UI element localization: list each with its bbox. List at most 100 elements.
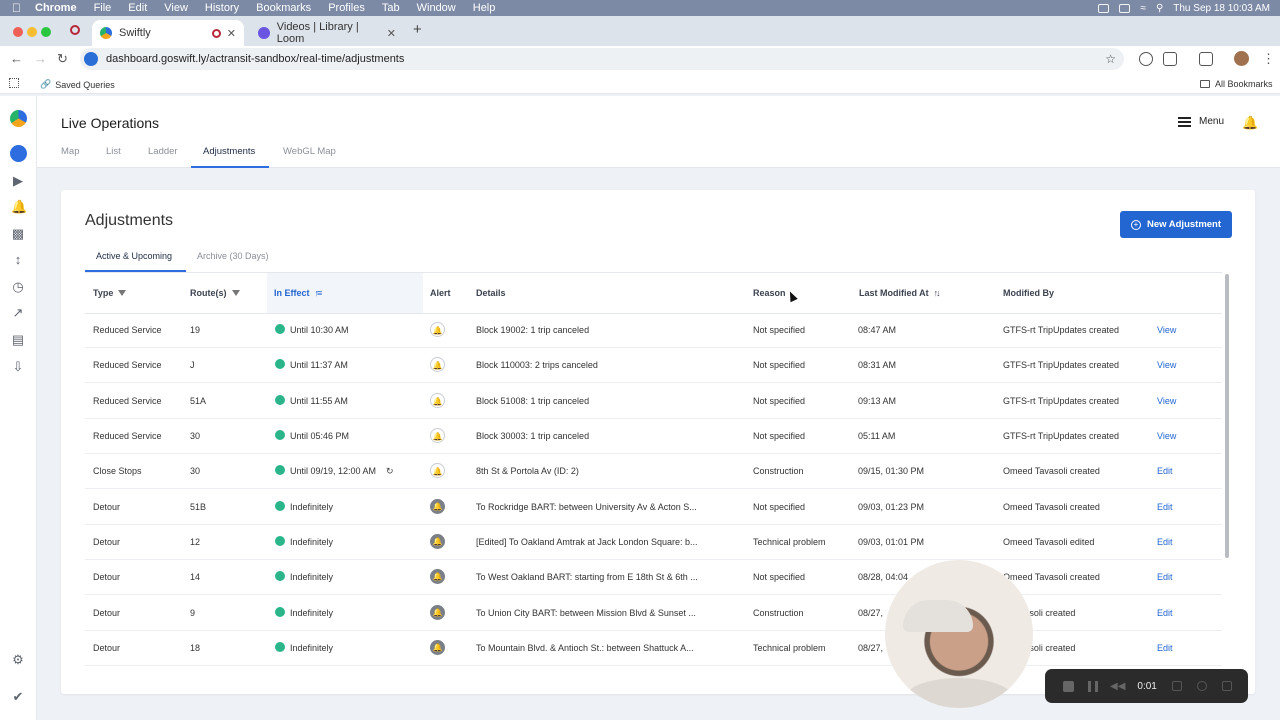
cell-action[interactable]: Edit — [1157, 466, 1173, 476]
sort-icon[interactable]: ↑↓ — [934, 288, 941, 298]
documents-icon[interactable]: ▤ — [11, 333, 25, 347]
tab-webgl-map[interactable]: WebGL Map — [283, 146, 336, 157]
subtab-archive[interactable]: Archive (30 Days) — [197, 251, 269, 261]
table-row[interactable]: 🔔 Close Stops 30 Until 09/19, 12:00 AM 8th S… — [85, 454, 1222, 489]
alert-bell-on-icon[interactable]: 🔔 — [430, 605, 445, 620]
cell-action[interactable]: Edit — [1157, 643, 1173, 653]
menu-button[interactable]: Menu — [1178, 116, 1224, 127]
back-icon[interactable]: ← — [10, 51, 23, 66]
cell-action[interactable]: View — [1157, 325, 1176, 335]
filter-icon[interactable] — [118, 290, 127, 296]
restart-icon[interactable] — [1196, 681, 1207, 691]
reports-icon[interactable]: ▩ — [11, 227, 25, 241]
table-row[interactable]: 🔔 Reduced Service J Until 11:37 AM Block 110… — [85, 348, 1222, 383]
column-last-modified[interactable]: Last Modified At ↑↓ — [859, 288, 941, 298]
cast-icon[interactable] — [1199, 52, 1213, 66]
help-icon[interactable]: ✔ — [11, 690, 25, 704]
alert-bell-off-icon[interactable]: 🔔 — [430, 357, 445, 372]
cell-action[interactable]: Edit — [1157, 537, 1173, 547]
alerts-icon[interactable]: 🔔 — [11, 200, 27, 214]
subtab-active-upcoming[interactable]: Active & Upcoming — [96, 251, 172, 261]
browser-tab-loom[interactable]: Videos | Library | Loom ✕ — [250, 20, 404, 46]
alert-bell-off-icon[interactable]: 🔔 — [430, 428, 445, 443]
menu-view[interactable]: View — [164, 2, 188, 14]
alert-bell-off-icon[interactable]: 🔔 — [430, 322, 445, 337]
grid-icon[interactable] — [1171, 681, 1182, 691]
browser-tab-swiftly[interactable]: Swiftly ✕ — [92, 20, 244, 46]
menu-profiles[interactable]: Profiles — [328, 2, 365, 14]
alert-bell-on-icon[interactable]: 🔔 — [430, 534, 445, 549]
menu-edit[interactable]: Edit — [128, 2, 147, 14]
table-row[interactable]: 🔔 Detour 18 Indefinitely To Mountain Blvd. &… — [85, 631, 1222, 666]
history-icon[interactable]: ◷ — [11, 280, 25, 294]
menu-window[interactable]: Window — [417, 2, 456, 14]
close-tab-icon[interactable]: ✕ — [387, 27, 396, 40]
webcam-bubble[interactable] — [885, 560, 1033, 708]
apple-icon[interactable]:  — [12, 1, 21, 15]
cell-action[interactable]: View — [1157, 360, 1176, 370]
spotlight-icon[interactable]: ⚲ — [1156, 3, 1163, 14]
password-icon[interactable] — [1139, 52, 1153, 66]
maximize-window-icon[interactable] — [41, 27, 51, 37]
column-type[interactable]: Type — [93, 288, 127, 298]
alert-bell-off-icon[interactable]: 🔔 — [430, 393, 445, 408]
cell-action[interactable]: Edit — [1157, 608, 1173, 618]
table-row[interactable]: 🔔 Detour 9 Indefinitely To Union City BART: … — [85, 596, 1222, 631]
cell-action[interactable]: Edit — [1157, 572, 1173, 582]
cell-action[interactable]: View — [1157, 396, 1176, 406]
cell-action[interactable]: View — [1157, 431, 1176, 441]
clock[interactable]: Thu Sep 18 10:03 AM — [1173, 3, 1270, 14]
table-row[interactable]: 🔔 Reduced Service 30 Until 05:46 PM Block 30… — [85, 419, 1222, 454]
trends-icon[interactable]: ↗ — [11, 306, 25, 320]
close-window-icon[interactable] — [13, 27, 23, 37]
table-row[interactable]: 🔔 Reduced Service 51A Until 11:55 AM Block 5… — [85, 384, 1222, 419]
swiftly-logo-icon[interactable] — [10, 110, 27, 127]
close-tab-icon[interactable]: ✕ — [227, 27, 236, 40]
download-icon[interactable]: ⇩ — [11, 360, 25, 374]
column-in-effect[interactable]: In Effect ↑≡ — [274, 288, 322, 298]
menu-app[interactable]: Chrome — [35, 2, 77, 14]
address-bar[interactable]: dashboard.goswift.ly/actransit-sandbox/r… — [80, 48, 1124, 70]
zoom-icon[interactable] — [1119, 3, 1131, 13]
schedule-icon[interactable]: ↕ — [11, 253, 25, 267]
new-tab-icon[interactable]: + — [413, 21, 422, 38]
tab-adjustments[interactable]: Adjustments — [203, 146, 255, 157]
menu-file[interactable]: File — [94, 2, 112, 14]
menu-bookmarks[interactable]: Bookmarks — [256, 2, 311, 14]
live-ops-icon[interactable] — [10, 145, 27, 162]
filter-icon[interactable] — [231, 290, 240, 296]
wifi-icon[interactable]: ≈ — [1140, 3, 1146, 14]
url-text[interactable]: dashboard.goswift.ly/actransit-sandbox/r… — [106, 53, 404, 65]
recording-tab-icon[interactable] — [70, 25, 80, 35]
new-adjustment-button[interactable]: + New Adjustment — [1120, 211, 1232, 238]
settings-gear-icon[interactable]: ⚙ — [11, 653, 25, 667]
tab-ladder[interactable]: Ladder — [148, 146, 178, 157]
tab-map[interactable]: Map — [61, 146, 79, 157]
column-routes[interactable]: Route(s) — [190, 288, 240, 298]
table-row[interactable]: 🔔 Detour 51B Indefinitely To Rockridge BART:… — [85, 490, 1222, 525]
alert-bell-on-icon[interactable]: 🔔 — [430, 640, 445, 655]
playback-icon[interactable]: ▶ — [11, 174, 25, 188]
bookmark-saved-queries[interactable]: 🔗 Saved Queries — [40, 79, 115, 90]
pause-icon[interactable] — [1088, 680, 1098, 692]
extensions-icon[interactable] — [1163, 52, 1177, 66]
table-row[interactable]: 🔔 Detour 12 Indefinitely [Edited] To Oakland… — [85, 525, 1222, 560]
table-row[interactable]: 🔔 Detour 14 Indefinitely To West Oakland BAR… — [85, 560, 1222, 595]
menu-help[interactable]: Help — [473, 2, 496, 14]
forward-icon[interactable]: → — [34, 51, 47, 66]
notifications-bell-icon[interactable]: 🔔 — [1242, 115, 1258, 131]
cell-action[interactable]: Edit — [1157, 502, 1173, 512]
stop-icon[interactable] — [1063, 680, 1074, 692]
table-row[interactable]: 🔔 Reduced Service 19 Until 10:30 AM Block 19… — [85, 313, 1222, 348]
reload-icon[interactable]: ↻ — [57, 51, 68, 67]
alert-bell-on-icon[interactable]: 🔔 — [430, 499, 445, 514]
more-menu-icon[interactable]: ⋮ — [1262, 51, 1275, 67]
menu-tab[interactable]: Tab — [382, 2, 400, 14]
delete-icon[interactable] — [1221, 681, 1232, 691]
bookmark-star-icon[interactable]: ☆ — [1105, 52, 1116, 66]
apps-grid-icon[interactable] — [9, 78, 19, 88]
minimize-window-icon[interactable] — [27, 27, 37, 37]
menu-history[interactable]: History — [205, 2, 239, 14]
alert-bell-off-icon[interactable]: 🔔 — [430, 463, 445, 478]
alert-bell-on-icon[interactable]: 🔔 — [430, 569, 445, 584]
